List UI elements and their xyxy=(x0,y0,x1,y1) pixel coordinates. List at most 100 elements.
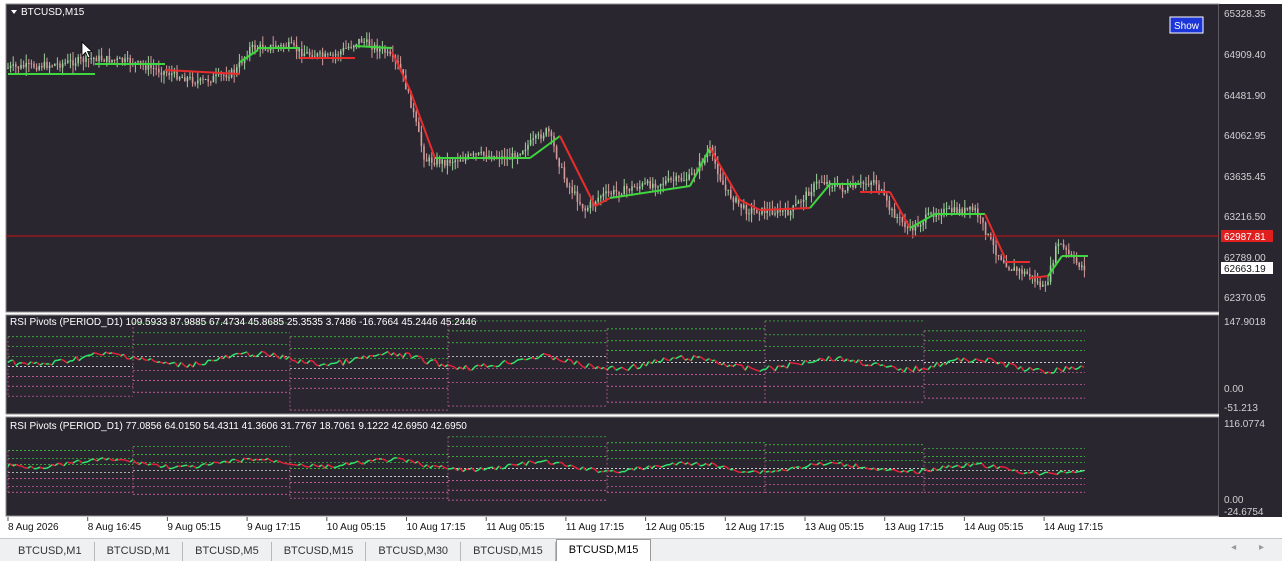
rsi-segment xyxy=(207,463,212,466)
rsi-segment xyxy=(18,464,23,468)
candle-body xyxy=(379,48,381,52)
candle-body xyxy=(722,180,724,185)
candle-body xyxy=(844,190,846,192)
rsi-segment xyxy=(66,461,71,464)
rsi-segment xyxy=(57,358,62,361)
candle-body xyxy=(548,128,550,132)
rsi-segment xyxy=(195,466,200,469)
chart-tab[interactable]: BTCUSD,M30 xyxy=(366,542,462,561)
candle-body xyxy=(38,65,40,70)
candle-body xyxy=(33,63,35,68)
candle-body xyxy=(93,57,95,59)
candle-body xyxy=(524,149,527,152)
rsi-segment xyxy=(111,352,116,355)
candle-body xyxy=(1062,243,1065,248)
indicator1-label: RSI Pivots (PERIOD_D1) 109.5933 87.9885 … xyxy=(10,317,477,328)
candle-body xyxy=(1057,243,1060,247)
candle-body xyxy=(1026,271,1028,274)
candle-body xyxy=(756,209,758,214)
rsi-segment xyxy=(744,470,749,474)
candle-body xyxy=(1039,281,1041,287)
rsi-segment xyxy=(564,464,569,468)
candle-body xyxy=(475,153,477,155)
candle-body xyxy=(329,54,332,56)
scroll-arrows-icon[interactable]: ◂ ▸ xyxy=(1231,542,1274,553)
rsi-segment xyxy=(99,457,104,460)
candle-body xyxy=(542,135,545,139)
rsi-segment xyxy=(609,469,614,472)
rsi-segment xyxy=(42,362,47,365)
candle-body xyxy=(735,197,737,203)
candle-body xyxy=(561,166,563,168)
price-panel[interactable] xyxy=(5,3,1220,313)
candle-body xyxy=(41,65,43,68)
indicator1-panel[interactable] xyxy=(5,314,1220,415)
candle-body xyxy=(126,57,129,59)
candle-body xyxy=(366,39,368,42)
symbol-label: BTCUSD,M15 xyxy=(21,7,85,18)
candle-body xyxy=(69,60,72,62)
rsi-segment xyxy=(114,458,119,462)
indicator2-tick-zero: 0.00 xyxy=(1224,495,1244,506)
candle-body xyxy=(241,62,243,64)
candle-body xyxy=(46,61,48,69)
candle-body xyxy=(997,255,1000,257)
candle-body xyxy=(163,71,165,75)
time-label: 12 Aug 05:15 xyxy=(646,522,705,533)
candle-body xyxy=(412,107,415,113)
rsi-segment xyxy=(510,362,515,365)
candle-body xyxy=(1005,262,1008,268)
rsi-segment xyxy=(84,460,89,463)
rsi-segment xyxy=(93,352,98,355)
candle-body xyxy=(444,159,446,166)
candle-body xyxy=(951,208,953,213)
candle-body xyxy=(646,180,649,184)
candle-body xyxy=(225,75,228,78)
rsi-segment xyxy=(396,457,401,460)
candle-body xyxy=(860,182,862,184)
candle-body xyxy=(649,180,651,189)
candle-body xyxy=(113,59,116,61)
rsi-segment xyxy=(15,463,20,467)
candle-body xyxy=(56,63,59,65)
candle-body xyxy=(1008,267,1010,270)
candle-body xyxy=(1029,273,1031,277)
chart-tab[interactable]: BTCUSD,M5 xyxy=(183,542,272,561)
candle-body xyxy=(610,193,612,195)
chart-tab[interactable]: BTCUSD,M15 xyxy=(461,542,556,561)
candle-body xyxy=(9,65,12,68)
rsi-segment xyxy=(969,360,974,363)
rsi-segment xyxy=(477,364,482,367)
candle-body xyxy=(334,54,337,56)
rsi-segment xyxy=(474,469,479,473)
candle-body xyxy=(581,203,584,209)
chart-tab[interactable]: BTCUSD,M15 xyxy=(555,539,652,561)
candle-body xyxy=(672,179,675,181)
candle-body xyxy=(618,191,620,195)
candle-body xyxy=(155,68,157,70)
chart-tab[interactable]: BTCUSD,M1 xyxy=(95,542,184,561)
chart-tab[interactable]: BTCUSD,M1 xyxy=(6,542,95,561)
rsi-segment xyxy=(531,356,536,360)
chart-tab[interactable]: BTCUSD,M15 xyxy=(272,542,367,561)
candle-body xyxy=(1000,255,1002,260)
candle-body xyxy=(483,151,485,156)
candle-body xyxy=(688,174,690,180)
chart-canvas[interactable]: 65328.35 64909.40 64481.90 64062.95 63635.45… xyxy=(0,0,1282,538)
rsi-segment xyxy=(435,465,440,468)
candle-body xyxy=(568,186,571,188)
candle-body xyxy=(974,208,976,211)
rsi-segment xyxy=(567,358,572,361)
candle-body xyxy=(862,182,865,184)
candle-body xyxy=(17,66,20,69)
rsi-segment xyxy=(1065,471,1070,474)
rsi-segment xyxy=(810,462,815,466)
candle-body xyxy=(137,60,139,63)
candle-body xyxy=(545,128,547,136)
rsi-segment xyxy=(783,469,788,472)
candle-body xyxy=(67,60,69,63)
rsi-segment xyxy=(1023,471,1028,475)
candle-body xyxy=(834,184,836,187)
time-label: 13 Aug 17:15 xyxy=(885,522,944,533)
candle-body xyxy=(12,64,14,66)
